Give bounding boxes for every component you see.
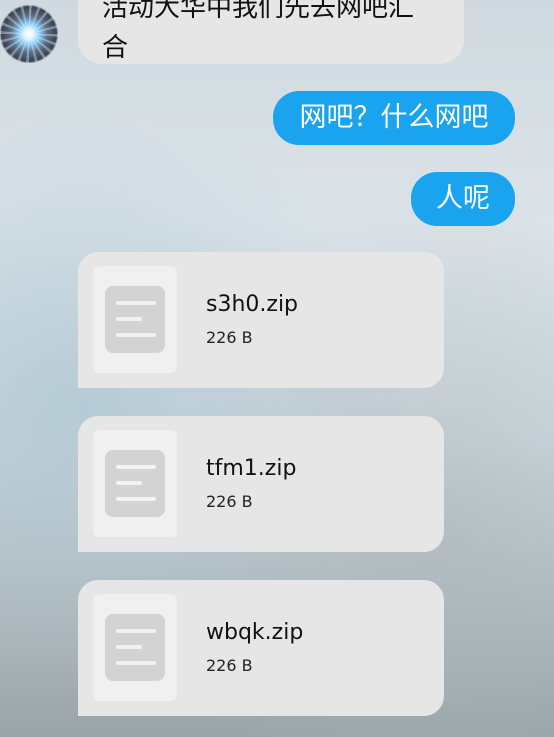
file-name: wbqk.zip [206,620,304,645]
outgoing-message-bubble[interactable]: 网吧？什么网吧 [273,91,515,145]
outgoing-message-bubble[interactable]: 人呢 [411,172,515,226]
file-size: 226 B [206,492,253,511]
file-name: s3h0.zip [206,292,299,317]
file-size: 226 B [206,656,253,675]
contact-avatar[interactable] [0,5,58,63]
file-attachment-card[interactable]: tfm1.zip 226 B [78,416,444,552]
file-size: 226 B [206,328,253,347]
file-name: tfm1.zip [206,456,297,481]
document-file-icon [105,286,165,353]
file-attachment-card[interactable]: s3h0.zip 226 B [78,252,444,388]
document-file-icon [105,614,165,681]
document-file-icon [105,450,165,517]
file-thumbnail [93,430,177,537]
file-thumbnail [93,266,177,373]
file-attachment-card[interactable]: wbqk.zip 226 B [78,580,444,716]
incoming-message-text: 活动大华中我们先去网吧汇 合 [102,0,415,63]
incoming-message-bubble[interactable]: 活动大华中我们先去网吧汇 合 [78,0,464,64]
outgoing-message-text: 网吧？什么网吧 [299,102,489,133]
outgoing-message-text: 人呢 [436,183,490,214]
file-thumbnail [93,594,177,701]
